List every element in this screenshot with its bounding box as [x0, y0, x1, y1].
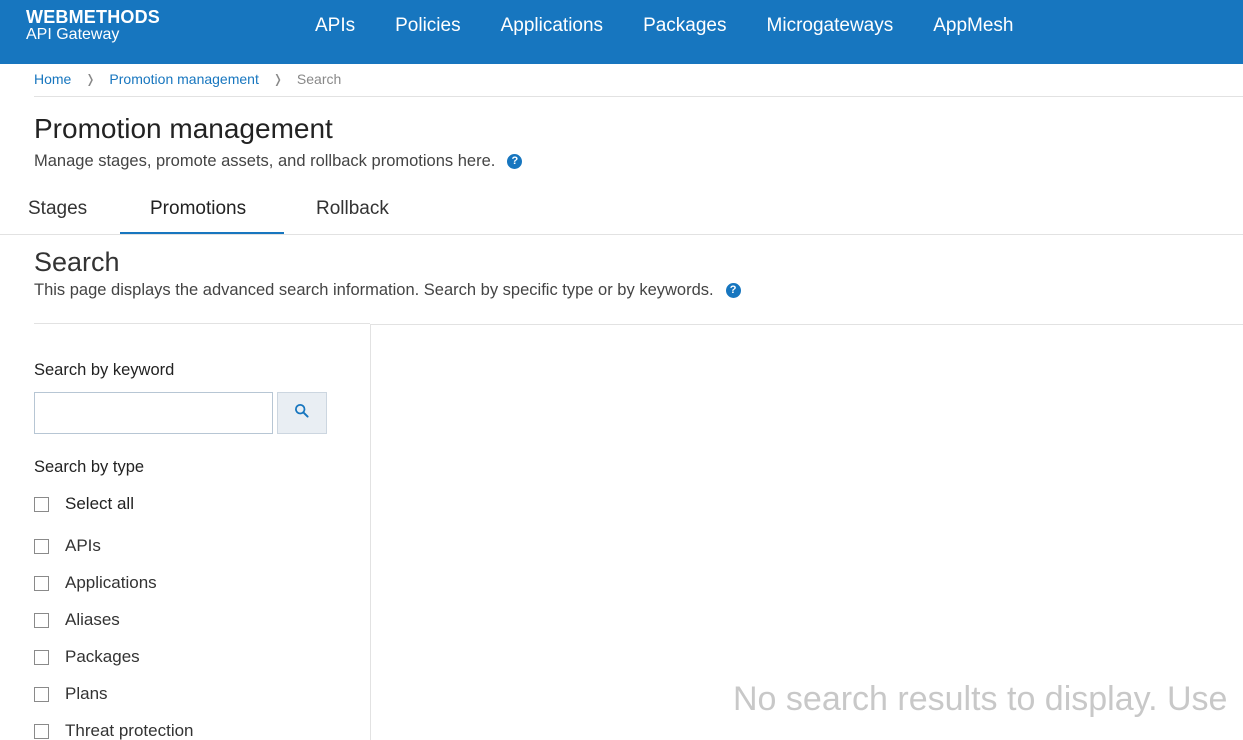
checkbox-box[interactable]: [34, 723, 49, 739]
breadcrumb-separator: ❭: [272, 72, 283, 86]
tab-promotions[interactable]: Promotions: [150, 187, 246, 235]
divider: [34, 323, 370, 324]
type-checkbox-aliases[interactable]: Aliases: [34, 610, 120, 630]
checkbox-box[interactable]: [34, 649, 49, 665]
search-title: Search: [34, 247, 120, 277]
checkbox-box[interactable]: [34, 496, 49, 512]
select-all-checkbox[interactable]: Select all: [34, 494, 134, 514]
nav-item-applications[interactable]: Applications: [501, 0, 603, 64]
breadcrumb: Home ❭ Promotion management ❭ Search: [34, 71, 341, 87]
type-checkbox-applications[interactable]: Applications: [34, 573, 157, 593]
brand-logo[interactable]: WEBMETHODS API Gateway: [26, 8, 160, 44]
nav-item-appmesh[interactable]: AppMesh: [933, 0, 1013, 64]
page-title: Promotion management: [34, 113, 333, 144]
checkbox-label: Threat protection: [65, 721, 194, 740]
top-navigation-bar: WEBMETHODS API Gateway APIs Policies App…: [0, 0, 1243, 64]
tab-bar: Stages Promotions Rollback: [0, 187, 1243, 235]
checkbox-label: Applications: [65, 573, 157, 592]
nav-item-microgateways[interactable]: Microgateways: [767, 0, 894, 64]
divider: [34, 96, 1243, 97]
page-description-text: Manage stages, promote assets, and rollb…: [34, 152, 496, 170]
search-button[interactable]: [277, 392, 327, 434]
keyword-search-input[interactable]: [34, 392, 273, 434]
brand-name: WEBMETHODS: [26, 7, 160, 27]
search-description: This page displays the advanced search i…: [34, 281, 741, 300]
checkbox-label: Aliases: [65, 610, 120, 629]
checkbox-label: APIs: [65, 536, 101, 555]
checkbox-label: Select all: [65, 494, 134, 513]
main-nav: APIs Policies Applications Packages Micr…: [315, 0, 1054, 64]
tab-rollback[interactable]: Rollback: [316, 187, 389, 235]
type-checkbox-plans[interactable]: Plans: [34, 684, 108, 704]
type-checkbox-packages[interactable]: Packages: [34, 647, 140, 667]
type-label: Search by type: [34, 458, 145, 476]
search-icon: [294, 403, 310, 424]
page-description: Manage stages, promote assets, and rollb…: [34, 152, 523, 171]
active-tab-indicator: [120, 232, 284, 234]
type-checkbox-threat-protection[interactable]: Threat protection: [34, 721, 194, 740]
checkbox-label: Packages: [65, 647, 140, 666]
panel-divider: [370, 324, 371, 740]
keyword-label: Search by keyword: [34, 361, 175, 379]
checkbox-label: Plans: [65, 684, 108, 703]
help-icon[interactable]: ?: [507, 154, 523, 169]
divider: [370, 324, 1243, 325]
checkbox-box[interactable]: [34, 575, 49, 591]
checkbox-box[interactable]: [34, 612, 49, 628]
nav-item-apis[interactable]: APIs: [315, 0, 355, 64]
breadcrumb-separator: ❭: [85, 72, 96, 86]
type-checkbox-apis[interactable]: APIs: [34, 536, 101, 556]
nav-item-packages[interactable]: Packages: [643, 0, 726, 64]
checkbox-box[interactable]: [34, 686, 49, 702]
brand-product: API Gateway: [26, 26, 120, 43]
search-description-text: This page displays the advanced search i…: [34, 281, 714, 299]
tab-stages[interactable]: Stages: [28, 187, 87, 235]
breadcrumb-promotion-management[interactable]: Promotion management: [109, 71, 258, 87]
help-icon[interactable]: ?: [725, 283, 741, 298]
breadcrumb-home[interactable]: Home: [34, 71, 71, 87]
breadcrumb-current: Search: [296, 71, 342, 87]
empty-results-message: No search results to display. Use: [733, 680, 1228, 718]
checkbox-box[interactable]: [34, 538, 49, 554]
nav-item-policies[interactable]: Policies: [395, 0, 460, 64]
